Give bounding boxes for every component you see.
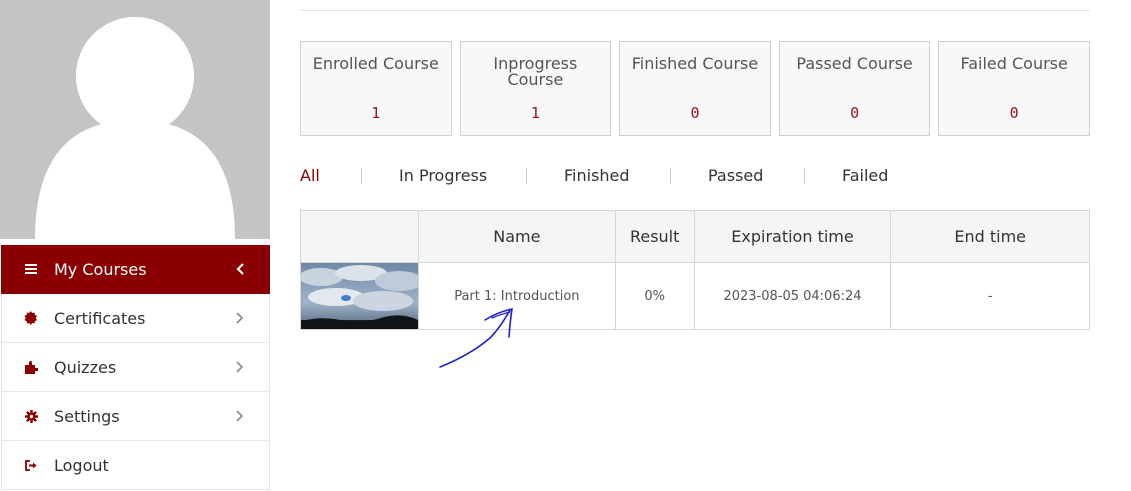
sidebar-item-settings[interactable]: Settings <box>1 392 270 441</box>
course-name-link[interactable]: Part 1: Introduction <box>454 289 579 304</box>
list-icon <box>24 262 38 276</box>
stat-title: Failed Course <box>960 54 1068 73</box>
tab-separator <box>804 168 805 184</box>
gear-icon <box>24 409 38 423</box>
stat-inprogress: Inprogress Course 1 <box>459 41 612 136</box>
course-thumbnail[interactable] <box>301 263 418 329</box>
logout-icon <box>24 458 38 472</box>
filter-tabs: All In Progress Finished Passed Failed <box>300 166 1090 190</box>
stat-value: 0 <box>690 104 700 122</box>
divider <box>300 10 1090 11</box>
chevron-right-icon <box>236 361 244 373</box>
expiration-cell: 2023-08-05 04:06:24 <box>693 262 892 330</box>
tab-all[interactable]: All <box>300 166 320 185</box>
column-header-thumbnail <box>300 210 419 263</box>
stat-value: 0 <box>1009 104 1019 122</box>
sidebar-item-logout[interactable]: Logout <box>1 441 270 490</box>
tab-in-progress[interactable]: In Progress <box>399 166 487 185</box>
sidebar-item-label: My Courses <box>54 259 147 279</box>
stat-value: 1 <box>530 104 540 122</box>
tab-failed[interactable]: Failed <box>842 166 888 185</box>
tab-finished[interactable]: Finished <box>564 166 630 185</box>
stat-value: 0 <box>850 104 860 122</box>
avatar <box>0 0 270 239</box>
table-header-row: Name Result Expiration time End time <box>300 210 1090 263</box>
tab-separator <box>670 168 671 184</box>
end-time-cell: - <box>890 262 1090 330</box>
sidebar-item-certificates[interactable]: Certificates <box>1 294 270 343</box>
column-header-result: Result <box>614 210 695 263</box>
sidebar-item-label: Settings <box>54 406 120 426</box>
chevron-left-icon <box>236 263 244 275</box>
course-name-cell: Part 1: Introduction <box>418 262 616 330</box>
stat-enrolled: Enrolled Course 1 <box>300 41 452 136</box>
stat-title: Finished Course <box>631 54 759 73</box>
stat-title: Passed Course <box>796 54 913 73</box>
stat-finished: Finished Course 0 <box>619 41 771 136</box>
sidebar-item-label: Quizzes <box>54 357 117 377</box>
chevron-right-icon <box>236 312 244 324</box>
stat-passed: Passed Course 0 <box>778 41 931 136</box>
chevron-right-icon <box>236 410 244 422</box>
sidebar-item-quizzes[interactable]: Quizzes <box>1 343 270 392</box>
puzzle-icon <box>24 360 38 374</box>
column-header-name: Name <box>418 210 616 263</box>
course-thumbnail-cell <box>300 262 419 330</box>
stat-title: Inprogress Course <box>493 54 578 89</box>
stat-value: 1 <box>371 104 381 122</box>
certificate-icon <box>24 311 38 325</box>
result-cell: 0% <box>614 262 695 330</box>
tab-separator <box>526 168 527 184</box>
sidebar-item-my-courses[interactable]: My Courses <box>1 245 270 294</box>
stat-title: Enrolled Course <box>312 54 439 73</box>
sidebar-item-label: Logout <box>54 455 109 475</box>
column-header-end-time: End time <box>890 210 1090 263</box>
courses-table: Name Result Expiration time End time Par… <box>300 210 1090 330</box>
sidebar: My Courses Certificates Quizzes Settings <box>0 0 270 491</box>
stat-failed: Failed Course 0 <box>938 41 1090 136</box>
sidebar-menu: My Courses Certificates Quizzes Settings <box>1 245 270 490</box>
sidebar-item-label: Certificates <box>54 308 146 328</box>
column-header-expiration: Expiration time <box>693 210 892 263</box>
stats-row: Enrolled Course 1 Inprogress Course 1 Fi… <box>300 41 1090 136</box>
table-row: Part 1: Introduction 0% 2023-08-05 04:06… <box>300 262 1090 330</box>
tab-passed[interactable]: Passed <box>708 166 763 185</box>
tab-separator <box>361 168 362 184</box>
